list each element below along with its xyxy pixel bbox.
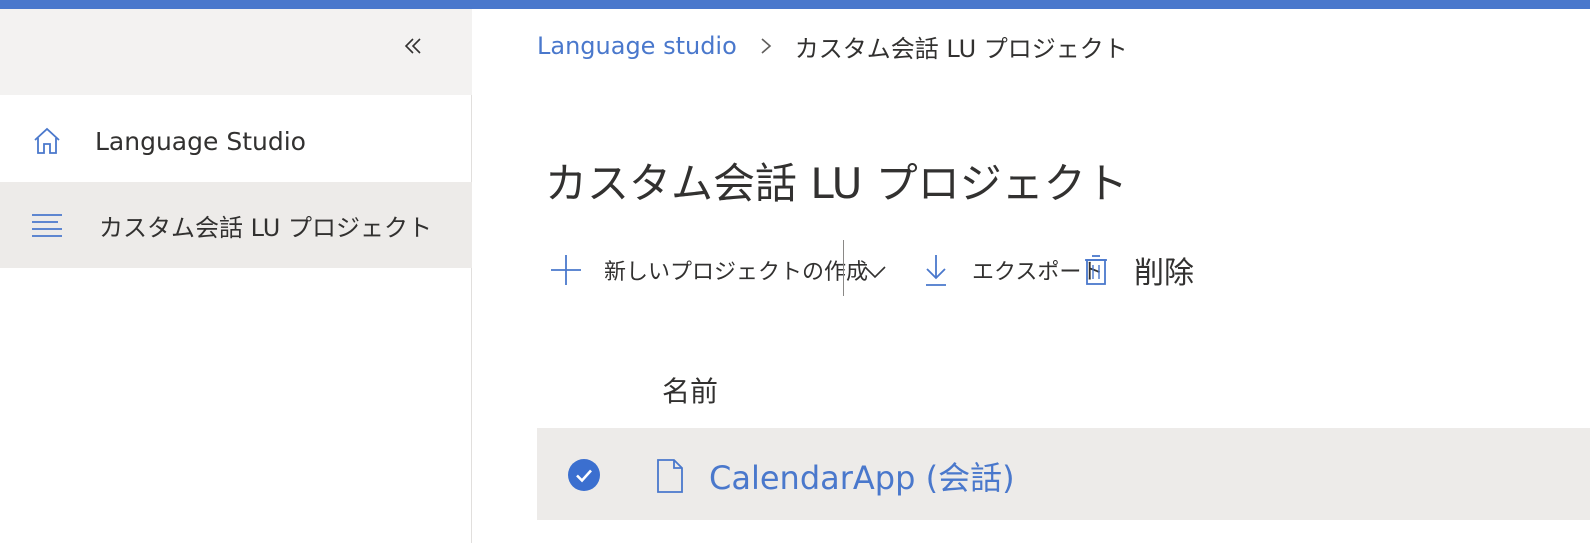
new-project-label: 新しいプロジェクトの作成 <box>604 260 869 285</box>
home-icon <box>29 123 65 159</box>
collapse-sidebar-button[interactable] <box>398 31 428 61</box>
sidebar-item-custom-conversation-projects[interactable]: カスタム会話 LU プロジェクト <box>0 182 472 268</box>
export-button[interactable]: エクスポート <box>918 248 1103 292</box>
top-accent-bar <box>0 0 1590 9</box>
plus-icon <box>548 252 584 288</box>
breadcrumb-current: カスタム会話 LU プロジェクト <box>794 34 1128 63</box>
page-title: カスタム会話 LU プロジェクト <box>545 159 1128 208</box>
chevron-down-icon[interactable] <box>861 258 889 286</box>
project-name-link[interactable]: CalendarApp (会話) <box>709 453 1015 499</box>
breadcrumb-link-language-studio[interactable]: Language studio <box>537 32 737 60</box>
new-project-button[interactable]: 新しいプロジェクトの作成 <box>548 248 868 292</box>
sidebar-item-label: Language Studio <box>95 126 306 156</box>
sidebar-header <box>0 9 472 95</box>
table-row[interactable]: CalendarApp (会話) <box>537 428 1590 520</box>
breadcrumb: Language studio カスタム会話 LU プロジェクト <box>537 26 1128 66</box>
delete-label: 削除 <box>1134 256 1194 291</box>
sidebar: Language Studio カスタム会話 LU プロジェクト <box>0 9 472 543</box>
download-icon <box>918 252 954 288</box>
trash-icon <box>1078 252 1114 288</box>
split-button-divider <box>843 240 844 296</box>
sidebar-item-language-studio[interactable]: Language Studio <box>0 98 472 184</box>
list-icon <box>29 207 65 243</box>
checkmark-circle-icon[interactable] <box>567 458 601 492</box>
double-chevron-left-icon <box>404 38 421 54</box>
document-icon <box>657 459 683 493</box>
sidebar-item-label: カスタム会話 LU プロジェクト <box>99 213 432 242</box>
column-header-name[interactable]: 名前 <box>662 370 718 410</box>
delete-button[interactable]: 削除 <box>1078 248 1194 292</box>
chevron-right-icon <box>759 36 773 56</box>
